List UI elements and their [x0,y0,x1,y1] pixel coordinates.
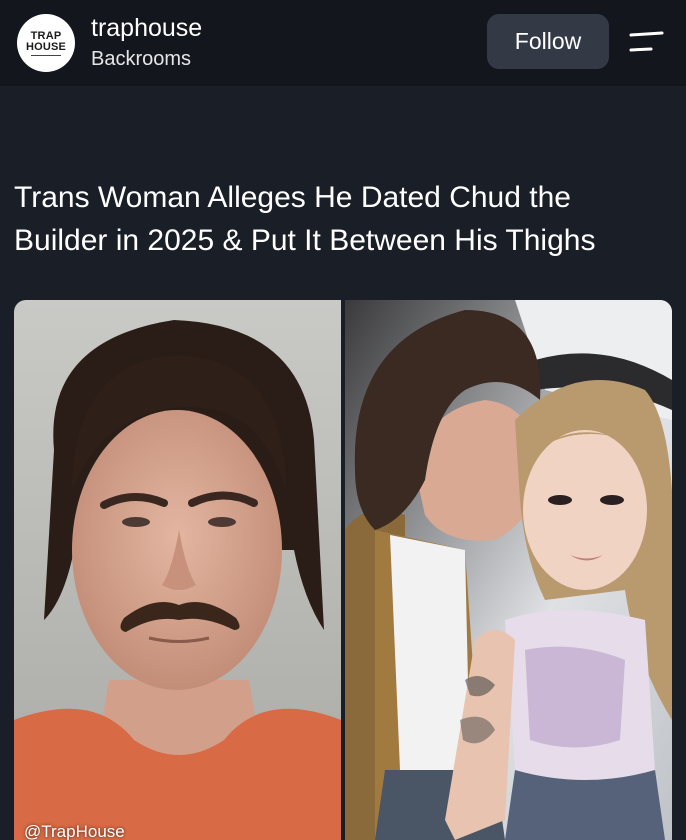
follow-button[interactable]: Follow [487,14,609,69]
watermark-text: @TrapHouse [24,822,125,840]
couple-photo [345,300,672,840]
avatar-logo-line1: TRAP [30,29,62,42]
post-headline: Trans Woman Alleges He Dated Chud the Bu… [14,181,596,257]
post-media[interactable]: @TrapHouse [14,300,672,840]
account-subtitle[interactable]: Backrooms [91,48,191,71]
avatar[interactable]: TRAP HOUSE [17,14,75,72]
account-name[interactable]: traphouse [91,14,202,43]
post-header: TRAP HOUSE traphouse Backrooms Follow [0,0,686,86]
mugshot-photo [14,300,341,840]
menu-icon[interactable] [625,28,665,58]
avatar-logo-line2: HOUSE [25,40,67,53]
avatar-logo-underline [31,54,61,56]
